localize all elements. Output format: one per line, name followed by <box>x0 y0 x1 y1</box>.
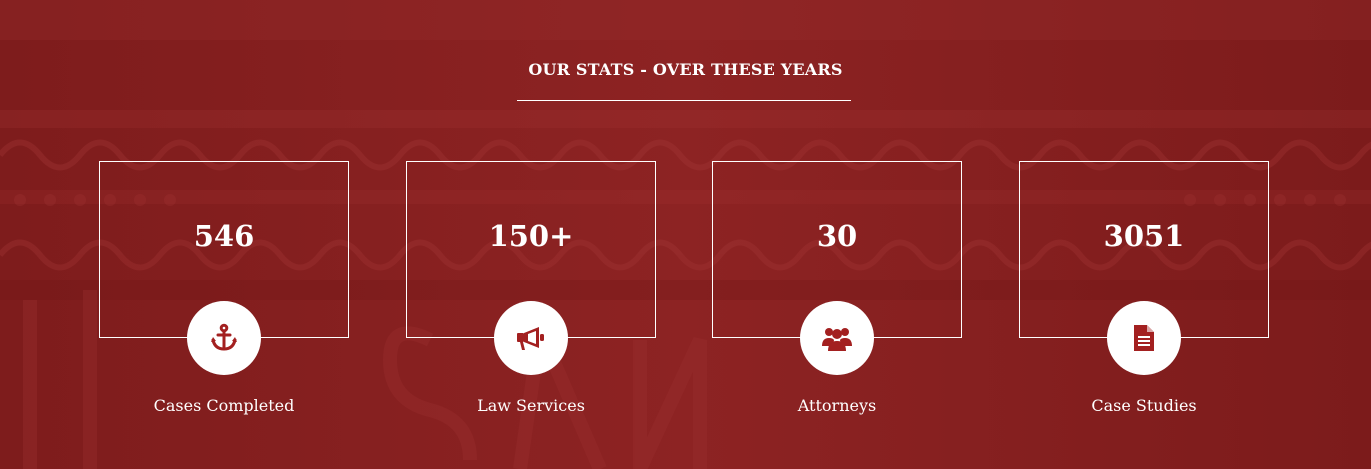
stat-icon-badge <box>187 301 261 375</box>
stats-section: OUR STATS - OVER THESE YEARS 546 Cases C… <box>0 0 1371 469</box>
document-icon <box>1134 325 1154 351</box>
stat-card-cases-completed: 546 Cases Completed <box>99 161 349 415</box>
stat-value: 150+ <box>488 219 574 253</box>
stat-card-case-studies: 3051 Case Studies <box>1019 161 1269 415</box>
title-underline <box>517 100 851 101</box>
stat-value: 546 <box>193 219 255 253</box>
stat-card-law-services: 150+ Law Services <box>406 161 656 415</box>
stat-label: Law Services <box>477 396 585 415</box>
section-title: OUR STATS - OVER THESE YEARS <box>528 60 843 79</box>
megaphone-icon <box>517 327 544 350</box>
stat-label: Cases Completed <box>153 396 295 415</box>
stat-value: 30 <box>816 219 858 253</box>
stat-icon-badge <box>1107 301 1181 375</box>
stat-value: 3051 <box>1103 219 1185 253</box>
stat-icon-badge <box>494 301 568 375</box>
stat-label: Attorneys <box>797 396 877 415</box>
stat-card-attorneys: 30 Attorneys <box>712 161 962 415</box>
stat-icon-badge <box>800 301 874 375</box>
users-icon <box>822 328 852 351</box>
stat-label: Case Studies <box>1091 396 1197 415</box>
anchor-icon <box>211 323 237 351</box>
